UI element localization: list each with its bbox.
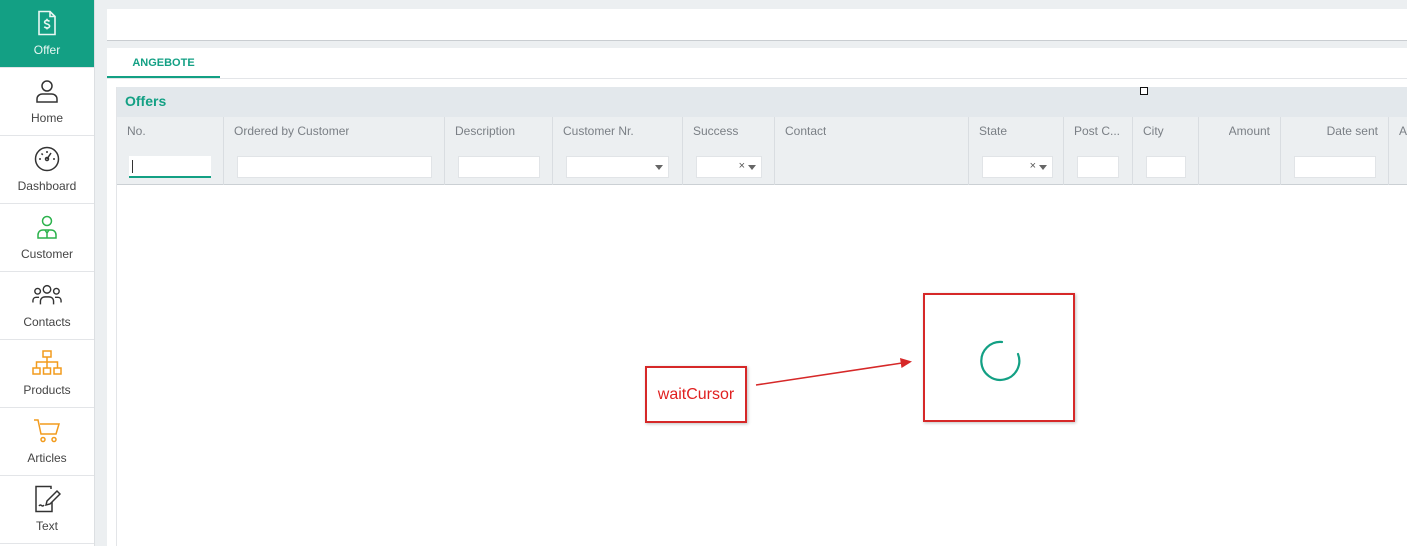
- column-header-label: No.: [127, 124, 146, 138]
- description-filter-input[interactable]: [458, 156, 540, 178]
- column-header-label: State: [979, 124, 1008, 138]
- sidebar-item-label: Offer: [33, 43, 61, 57]
- sidebar-item-label: Articles: [27, 451, 67, 465]
- column-header-label: Customer Nr.: [563, 124, 634, 138]
- chevron-down-icon: [655, 165, 663, 170]
- offers-grid: Offers No. Ordered by Customer Descripti…: [116, 87, 1407, 546]
- success-filter-dropdown[interactable]: ×: [696, 156, 762, 178]
- column-date-sent[interactable]: Date sent: [1281, 117, 1389, 185]
- annotation-label: waitCursor: [657, 385, 735, 403]
- no-filter-input[interactable]: [129, 156, 211, 178]
- tab-strip: ANGEBOTE: [107, 48, 1407, 79]
- hierarchy-icon: [32, 348, 62, 378]
- column-header-label: A: [1399, 124, 1407, 138]
- column-amount[interactable]: Amount: [1199, 117, 1281, 185]
- column-customer-nr[interactable]: Customer Nr.: [553, 117, 683, 185]
- column-header-label: Description: [455, 124, 516, 138]
- chevron-down-icon: [1039, 165, 1047, 170]
- cart-icon: [32, 416, 62, 446]
- customer-icon: [32, 212, 62, 242]
- offer-document-icon: [32, 8, 62, 38]
- spinner-icon: [980, 340, 1021, 381]
- sidebar-item-label: Customer: [20, 247, 73, 261]
- sidebar-item-label: Text: [35, 519, 58, 533]
- person-icon: [32, 76, 62, 106]
- date-sent-filter-input[interactable]: [1294, 156, 1376, 178]
- edit-document-icon: [32, 484, 62, 514]
- annotation-label-box: waitCursor: [645, 366, 747, 423]
- column-success[interactable]: Success ×: [683, 117, 775, 185]
- column-contact[interactable]: Contact: [775, 117, 969, 185]
- sidebar-item-label: Products: [23, 383, 71, 397]
- sidebar-item-offer[interactable]: Offer: [0, 0, 94, 68]
- column-resize-handle[interactable]: [1140, 87, 1148, 95]
- column-no[interactable]: No.: [117, 117, 224, 185]
- column-header-label: Ordered by Customer: [234, 124, 350, 138]
- sidebar-item-contacts[interactable]: Contacts: [0, 272, 94, 340]
- gauge-icon: [32, 144, 62, 174]
- text-caret: [132, 160, 133, 173]
- grid-body: [117, 185, 1407, 546]
- column-state[interactable]: State ×: [969, 117, 1064, 185]
- group-icon: [32, 280, 62, 310]
- grid-title: Offers: [117, 87, 1407, 117]
- clear-icon[interactable]: ×: [739, 160, 745, 172]
- sidebar-item-label: Home: [30, 111, 63, 125]
- chevron-down-icon: [748, 165, 756, 170]
- column-header-label: Post C...: [1074, 124, 1121, 138]
- city-filter-input[interactable]: [1146, 156, 1186, 178]
- sidebar-item-articles[interactable]: Articles: [0, 408, 94, 476]
- sidebar-item-home[interactable]: Home: [0, 68, 94, 136]
- sidebar-item-dashboard[interactable]: Dashboard: [0, 136, 94, 204]
- column-post-code[interactable]: Post C...: [1064, 117, 1133, 185]
- column-header-label: Date sent: [1326, 124, 1378, 138]
- ordered-by-customer-filter-input[interactable]: [237, 156, 432, 178]
- tab-angebote[interactable]: ANGEBOTE: [107, 48, 220, 78]
- sidebar-item-label: Contacts: [23, 315, 71, 329]
- annotation-target-box: [923, 293, 1075, 422]
- main-panel: ANGEBOTE Offers No. Ordered by Customer …: [107, 48, 1407, 546]
- column-header-label: Contact: [785, 124, 827, 138]
- column-header-label: City: [1143, 124, 1164, 138]
- column-city[interactable]: City: [1133, 117, 1199, 185]
- sidebar-item-text[interactable]: Text: [0, 476, 94, 544]
- post-code-filter-input[interactable]: [1077, 156, 1119, 178]
- column-ordered-by-customer[interactable]: Ordered by Customer: [224, 117, 445, 185]
- column-truncated[interactable]: A: [1389, 117, 1407, 185]
- sidebar-nav: Offer Home Dashboard Customer Contacts P…: [0, 0, 95, 546]
- grid-header: No. Ordered by Customer Description Cust…: [117, 117, 1407, 185]
- clear-icon[interactable]: ×: [1030, 160, 1036, 172]
- state-filter-dropdown[interactable]: ×: [982, 156, 1053, 178]
- customer-nr-filter-dropdown[interactable]: [566, 156, 669, 178]
- column-header-label: Success: [693, 124, 739, 138]
- top-bar: [107, 9, 1407, 41]
- column-header-label: Amount: [1228, 124, 1270, 138]
- sidebar-item-customer[interactable]: Customer: [0, 204, 94, 272]
- column-description[interactable]: Description: [445, 117, 553, 185]
- sidebar-item-label: Dashboard: [17, 179, 77, 193]
- sidebar-item-products[interactable]: Products: [0, 340, 94, 408]
